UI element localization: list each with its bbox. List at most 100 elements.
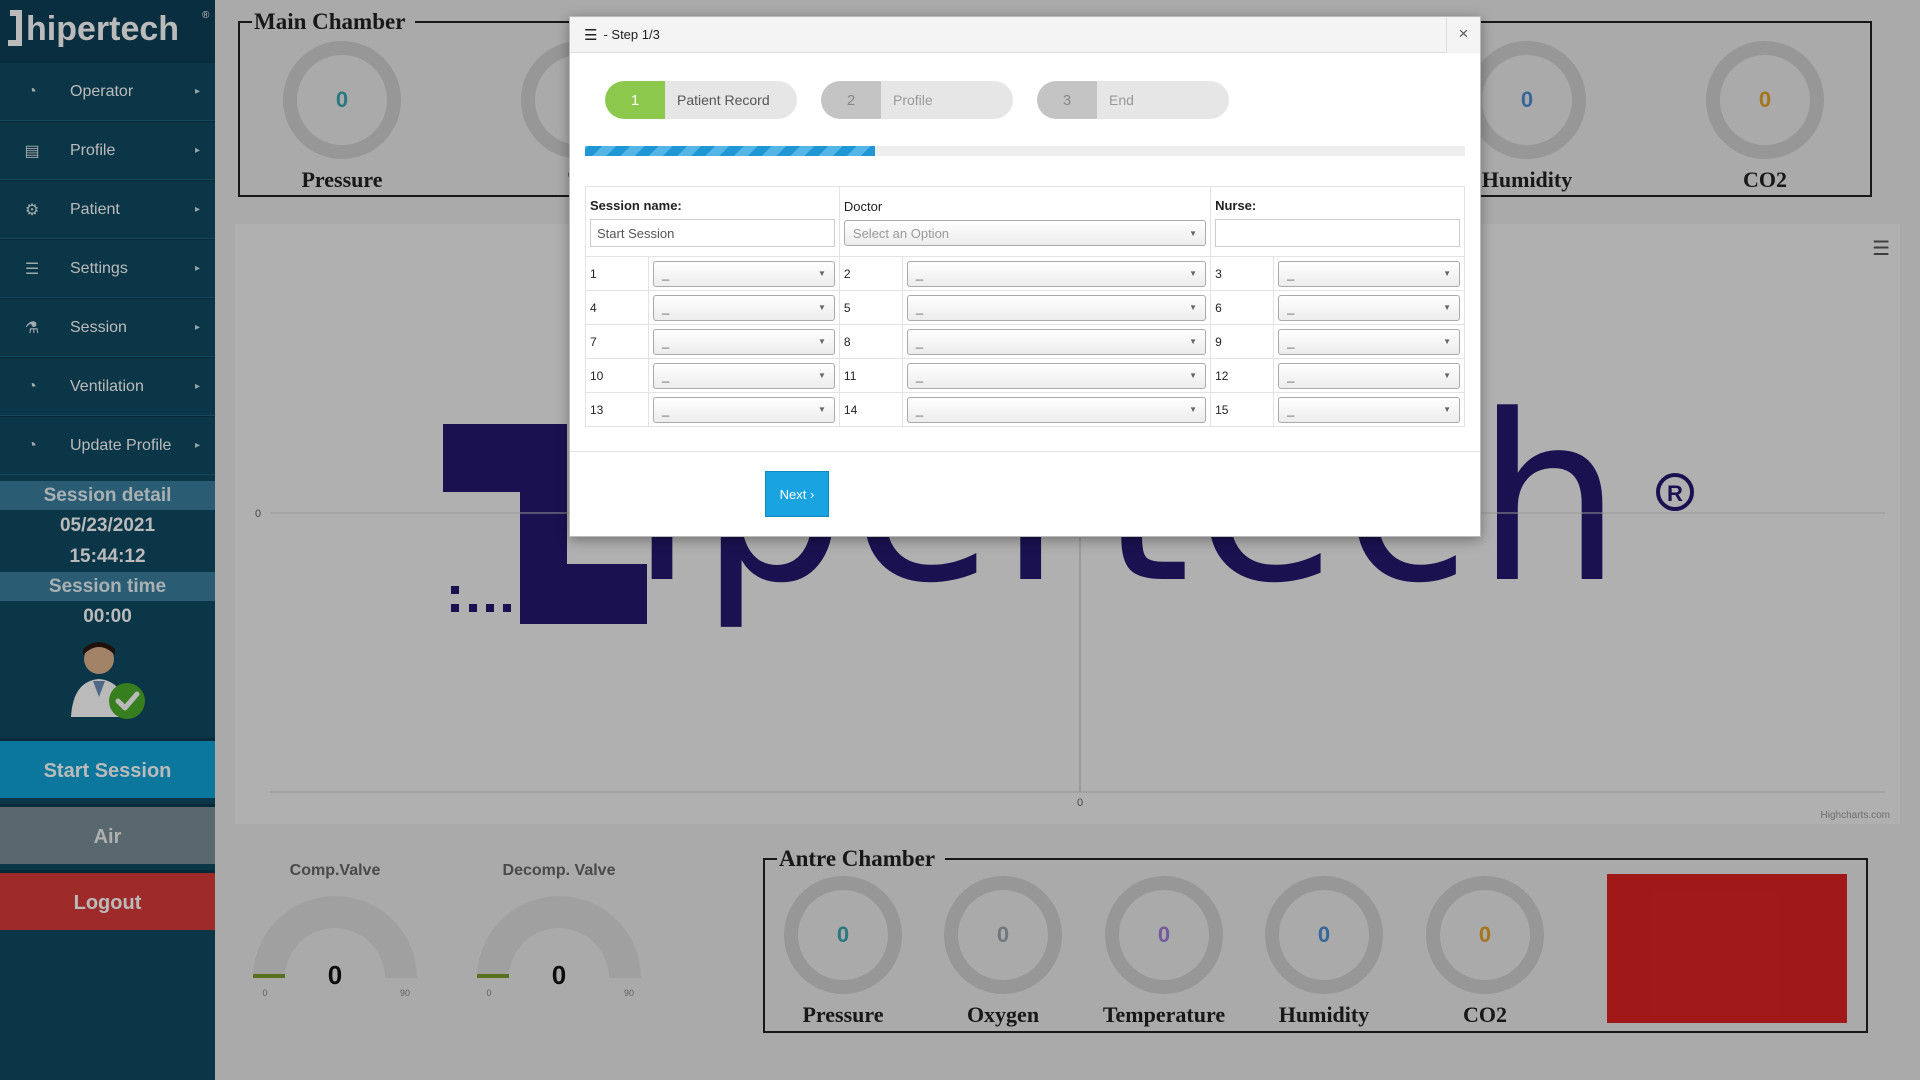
- step-label: Profile: [893, 92, 933, 108]
- wizard-steps: 1 Patient Record 2 Profile 3 End: [605, 81, 1229, 119]
- slot-select-cell: _ ▼: [1273, 256, 1465, 291]
- step-profile[interactable]: 2 Profile: [821, 81, 1013, 119]
- menu-icon: ☰: [584, 26, 598, 44]
- chevron-down-icon: ▼: [817, 371, 826, 380]
- slot-select[interactable]: _ ▼: [906, 260, 1207, 287]
- slot-select-value: _: [662, 368, 670, 383]
- slot-select-cell: _ ▼: [901, 290, 1212, 325]
- slot-number: 6: [1210, 290, 1275, 325]
- step-end[interactable]: 3 End: [1037, 81, 1229, 119]
- slot-select-cell: _ ▼: [1273, 324, 1465, 359]
- session-name-input[interactable]: Start Session: [590, 219, 835, 247]
- slot-row: 10 _ ▼ 11 _ ▼ 12 _ ▼: [585, 358, 1465, 393]
- chevron-down-icon: ▼: [1443, 371, 1451, 380]
- slot-select[interactable]: _ ▼: [653, 294, 835, 321]
- session-wizard-modal: ☰ - Step 1/3 × 1 Patient Record 2 Profil…: [569, 16, 1481, 537]
- slot-select-value: _: [1287, 266, 1295, 281]
- slot-select-value: _: [662, 266, 670, 281]
- slot-number: 15: [1210, 392, 1275, 427]
- session-form-table: Session name: Start Session Doctor Selec…: [585, 186, 1465, 427]
- slot-number: 8: [838, 324, 903, 359]
- slot-select-cell: _ ▼: [901, 324, 1212, 359]
- slot-select[interactable]: _ ▼: [906, 396, 1207, 423]
- chevron-down-icon: ▼: [1443, 269, 1451, 278]
- slot-select-value: _: [662, 334, 670, 349]
- wizard-progress-fill: [585, 146, 876, 156]
- session-name-label: Session name:: [590, 198, 682, 213]
- nurse-label: Nurse:: [1215, 198, 1257, 213]
- slot-select[interactable]: _ ▼: [1278, 294, 1460, 321]
- close-button[interactable]: ×: [1446, 17, 1480, 53]
- modal-footer: [570, 451, 1480, 452]
- slot-select[interactable]: _ ▼: [1278, 362, 1460, 389]
- slot-select-value: _: [1287, 334, 1295, 349]
- slot-select[interactable]: _ ▼: [653, 260, 835, 287]
- slot-number: 9: [1210, 324, 1275, 359]
- step-label: Patient Record: [677, 92, 770, 108]
- nurse-input[interactable]: [1215, 219, 1460, 247]
- slot-select-cell: _ ▼: [901, 392, 1212, 427]
- slot-select[interactable]: _ ▼: [906, 362, 1207, 389]
- slot-select[interactable]: _ ▼: [653, 396, 835, 423]
- slot-row: 13 _ ▼ 14 _ ▼ 15 _ ▼: [585, 392, 1465, 427]
- modal-header: ☰ - Step 1/3: [570, 17, 1480, 53]
- slot-select-value: _: [662, 300, 670, 315]
- slot-select[interactable]: _ ▼: [906, 294, 1207, 321]
- slot-select-cell: _ ▼: [901, 256, 1212, 291]
- slot-select-cell: _ ▼: [648, 256, 840, 291]
- chevron-down-icon: ▼: [817, 405, 826, 414]
- doctor-select-value: Select an Option: [852, 225, 950, 241]
- slot-select-cell: _ ▼: [1273, 392, 1465, 427]
- slot-number: 10: [585, 358, 649, 393]
- slot-select-cell: _ ▼: [648, 392, 840, 427]
- slot-number: 13: [585, 392, 649, 427]
- chevron-down-icon: ▼: [817, 269, 826, 278]
- step-number: 2: [821, 81, 881, 119]
- slot-select-value: _: [1287, 402, 1295, 417]
- chevron-down-icon: ▼: [1443, 337, 1451, 346]
- step-number: 1: [605, 81, 665, 119]
- slot-select-cell: _ ▼: [648, 290, 840, 325]
- slot-number: 14: [838, 392, 903, 427]
- step-patient-record[interactable]: 1 Patient Record: [605, 81, 797, 119]
- doctor-cell: Doctor Select an Option ▼: [838, 186, 1212, 257]
- slot-select-value: _: [1287, 300, 1295, 315]
- slot-select[interactable]: _ ▼: [1278, 328, 1460, 355]
- chevron-down-icon: ▼: [1443, 405, 1451, 414]
- slot-select-value: _: [662, 402, 670, 417]
- slot-number: 7: [585, 324, 649, 359]
- slot-number: 1: [585, 256, 649, 291]
- next-button[interactable]: Next ›: [765, 471, 829, 517]
- slot-number: 5: [838, 290, 903, 325]
- chevron-down-icon: ▼: [1189, 269, 1198, 278]
- slot-select-cell: _ ▼: [1273, 358, 1465, 393]
- step-number: 3: [1037, 81, 1097, 119]
- slot-select[interactable]: _ ▼: [906, 328, 1207, 355]
- slot-select-value: _: [915, 334, 924, 349]
- slot-select-cell: _ ▼: [648, 324, 840, 359]
- doctor-label: Doctor: [843, 199, 883, 214]
- slot-select[interactable]: _ ▼: [1278, 396, 1460, 423]
- header-row: Session name: Start Session Doctor Selec…: [585, 186, 1465, 257]
- slot-number: 3: [1210, 256, 1275, 291]
- step-label: End: [1109, 92, 1134, 108]
- slot-select-value: _: [1287, 368, 1295, 383]
- doctor-select[interactable]: Select an Option ▼: [843, 220, 1207, 246]
- slot-select-value: _: [915, 368, 924, 383]
- slot-number: 2: [838, 256, 903, 291]
- chevron-down-icon: ▼: [1189, 303, 1198, 312]
- slot-rows: 1 _ ▼ 2 _ ▼ 3 _ ▼ 4 _ ▼ 5 _ ▼ 6 _ ▼ 7 _ ▼ 8 _ ▼ 9 _ ▼ 10 _ ▼ 11 _ ▼ 12 _ ▼ 1…: [585, 256, 1465, 427]
- slot-row: 7 _ ▼ 8 _ ▼ 9 _ ▼: [585, 324, 1465, 359]
- slot-select[interactable]: _ ▼: [1278, 260, 1460, 287]
- chevron-down-icon: ▼: [1189, 337, 1198, 346]
- chevron-down-icon: ▼: [1189, 371, 1198, 380]
- slot-select[interactable]: _ ▼: [653, 362, 835, 389]
- slot-row: 4 _ ▼ 5 _ ▼ 6 _ ▼: [585, 290, 1465, 325]
- chevron-down-icon: ▼: [1189, 228, 1198, 238]
- slot-number: 11: [838, 358, 903, 393]
- chevron-down-icon: ▼: [817, 337, 826, 346]
- slot-select[interactable]: _ ▼: [653, 328, 835, 355]
- nurse-cell: Nurse:: [1210, 186, 1465, 257]
- slot-select-value: _: [915, 300, 924, 315]
- chevron-down-icon: ▼: [1189, 405, 1198, 414]
